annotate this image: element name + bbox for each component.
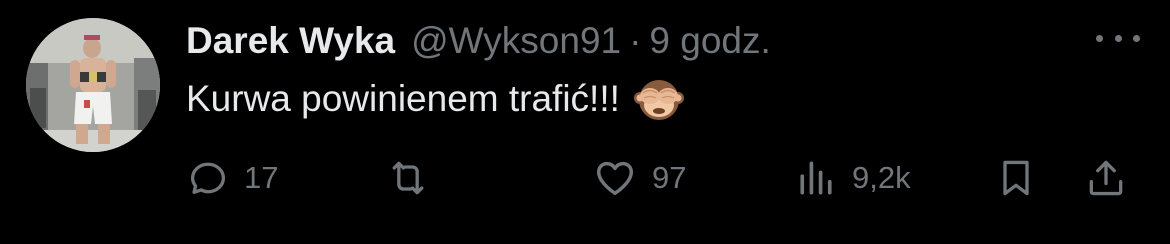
reply-icon [190,162,226,194]
tweet[interactable]: Darek Wyka @Wykson91 · 9 godz. Kurwa pow… [0,0,1170,244]
reply-count: 17 [244,160,279,195]
share-icon [1089,160,1123,196]
tweet-text: Kurwa powinienem trafić!!! [186,78,620,119]
retweet-button[interactable] [386,152,430,204]
tweet-actions: 17 97 9,2k [186,152,1136,204]
more-icon[interactable] [1096,26,1140,50]
views-icon [800,161,832,195]
like-button[interactable]: 97 [592,152,686,204]
bookmark-icon [1003,160,1029,196]
user-handle[interactable]: @Wykson91 [411,20,621,62]
share-button[interactable] [1084,152,1128,204]
timestamp[interactable]: 9 godz. [649,20,770,62]
retweet-icon [392,161,424,195]
tweet-header: Darek Wyka @Wykson91 · 9 godz. [186,14,771,68]
tweet-text-container: Kurwa powinienem trafić!!! [186,74,684,124]
bookmark-button[interactable] [994,152,1038,204]
like-count: 97 [652,160,687,195]
view-count: 9,2k [852,160,911,195]
like-icon [596,161,634,196]
reply-button[interactable]: 17 [186,152,278,204]
separator-dot: · [629,20,642,61]
avatar[interactable] [26,18,160,152]
display-name[interactable]: Darek Wyka [186,20,395,62]
views-button[interactable]: 9,2k [794,152,911,204]
see-no-evil-monkey-icon [633,74,684,124]
